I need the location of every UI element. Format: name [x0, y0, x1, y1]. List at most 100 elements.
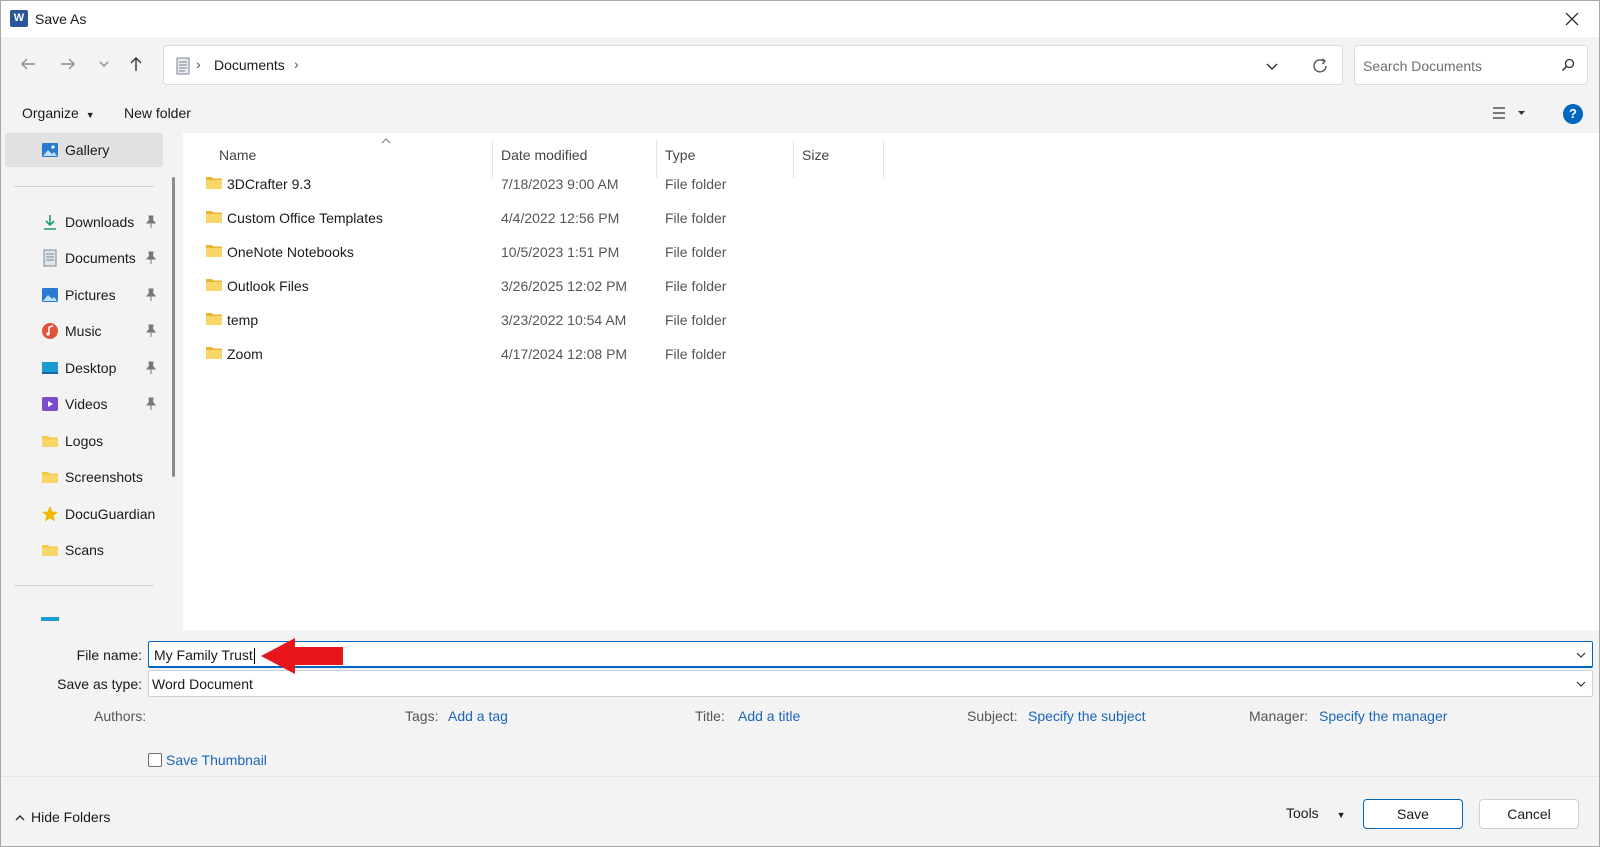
address-bar[interactable]: › Documents ›: [163, 45, 1343, 85]
save-as-dialog: W Save As › Documents › Search Documents…: [0, 0, 1600, 847]
sidebar-item-downloads[interactable]: Downloads: [5, 205, 163, 239]
sidebar-divider: [14, 585, 154, 586]
sidebar-item-label: Desktop: [65, 360, 117, 376]
pictures-icon: [42, 288, 58, 302]
table-row[interactable]: Zoom 4/17/2024 12:08 PM File folder: [203, 338, 903, 372]
hide-folders-button[interactable]: Hide Folders: [14, 809, 110, 825]
breadcrumb-separator-icon[interactable]: ›: [294, 56, 299, 72]
file-type: File folder: [665, 176, 727, 192]
star-icon: [42, 506, 58, 522]
navigation-bar: › Documents › Search Documents: [1, 37, 1599, 95]
tools-button[interactable]: Tools ▼: [1286, 805, 1346, 821]
file-date: 3/23/2022 10:54 AM: [501, 312, 627, 328]
list-view-icon: [1493, 107, 1525, 119]
new-folder-button[interactable]: New folder: [124, 105, 191, 121]
sidebar-item-label: Gallery: [65, 142, 110, 158]
add-title-link[interactable]: Add a title: [738, 708, 800, 724]
table-row[interactable]: 3DCrafter 9.3 7/18/2023 9:00 AM File fol…: [203, 168, 903, 202]
tools-label: Tools: [1286, 805, 1319, 821]
help-button[interactable]: ?: [1563, 104, 1583, 124]
file-date: 4/4/2022 12:56 PM: [501, 210, 620, 226]
folder-icon: [206, 279, 222, 291]
sidebar-item-pictures[interactable]: Pictures: [5, 278, 163, 312]
sidebar-divider: [14, 186, 154, 187]
change-view-button[interactable]: [1491, 105, 1527, 124]
search-input[interactable]: Search Documents: [1354, 45, 1588, 85]
file-date: 7/18/2023 9:00 AM: [501, 176, 619, 192]
sidebar-item-partial-icon: [41, 617, 59, 621]
window-title: Save As: [35, 11, 87, 27]
sidebar-item-videos[interactable]: Videos: [5, 387, 163, 421]
subject-label: Subject:: [967, 708, 1018, 724]
file-name-text: My Family Trust: [154, 647, 253, 663]
save-type-value: Word Document: [152, 676, 253, 692]
sidebar-item-desktop[interactable]: Desktop: [5, 351, 163, 385]
annotation-arrow-icon: [261, 638, 343, 674]
close-button[interactable]: [1559, 7, 1585, 31]
sidebar-item-screenshots[interactable]: Screenshots: [5, 460, 163, 494]
add-tag-link[interactable]: Add a tag: [448, 708, 508, 724]
save-type-select[interactable]: Word Document: [148, 670, 1593, 697]
file-name-field[interactable]: My Family Trust: [148, 641, 1593, 668]
sidebar-item-gallery[interactable]: Gallery: [5, 133, 163, 167]
table-row[interactable]: Outlook Files 3/26/2025 12:02 PM File fo…: [203, 270, 903, 304]
chevron-down-icon: [99, 61, 109, 67]
sidebar-item-label: Documents: [65, 250, 136, 266]
specify-manager-link[interactable]: Specify the manager: [1319, 708, 1447, 724]
sidebar-item-logos[interactable]: Logos: [5, 424, 163, 458]
table-row[interactable]: OneNote Notebooks 10/5/2023 1:51 PM File…: [203, 236, 903, 270]
search-placeholder: Search Documents: [1363, 58, 1483, 74]
pin-icon: [145, 397, 157, 410]
pin-icon: [145, 288, 157, 301]
file-type: File folder: [665, 278, 727, 294]
pin-icon: [145, 324, 157, 337]
sidebar-item-scans[interactable]: Scans: [5, 533, 163, 567]
pin-icon: [145, 361, 157, 374]
folder-icon: [206, 245, 222, 257]
table-row[interactable]: Custom Office Templates 4/4/2022 12:56 P…: [203, 202, 903, 236]
forward-button[interactable]: [53, 49, 83, 79]
close-icon: [1565, 12, 1579, 26]
sidebar-item-docuguardian[interactable]: DocuGuardian: [5, 497, 163, 531]
breadcrumb-separator-icon: ›: [196, 56, 201, 72]
save-thumbnail-label[interactable]: Save Thumbnail: [166, 752, 267, 768]
table-row[interactable]: temp 3/23/2022 10:54 AM File folder: [203, 304, 903, 338]
save-button[interactable]: Save: [1363, 799, 1463, 829]
caret-down-icon: ▼: [85, 110, 95, 120]
authors-label: Authors:: [94, 708, 147, 724]
navigation-pane: Gallery Downloads Documents Pictures Mus…: [1, 133, 181, 630]
sidebar-scrollbar[interactable]: [172, 177, 175, 477]
dialog-footer: Hide Folders Tools ▼ Save Cancel: [1, 776, 1599, 846]
cancel-button[interactable]: Cancel: [1479, 799, 1579, 829]
organize-button[interactable]: Organize ▼: [22, 105, 95, 121]
command-bar: Organize ▼ New folder ?: [1, 95, 1599, 133]
sidebar-item-label: Videos: [65, 396, 108, 412]
sidebar-item-label: Scans: [65, 542, 104, 558]
save-thumbnail-checkbox[interactable]: [148, 753, 162, 767]
file-name: Custom Office Templates: [227, 210, 383, 226]
up-button[interactable]: [121, 49, 151, 79]
search-icon: [1561, 58, 1575, 72]
sort-ascending-icon: [381, 138, 391, 144]
download-icon: [44, 215, 56, 230]
folder-icon: [42, 472, 58, 483]
sidebar-item-label: Logos: [65, 433, 104, 449]
recent-locations-button[interactable]: [89, 49, 119, 79]
breadcrumb-documents[interactable]: Documents: [214, 57, 285, 73]
chevron-down-icon[interactable]: [1574, 648, 1588, 662]
refresh-icon: [1313, 58, 1327, 73]
chevron-down-icon: [1576, 681, 1586, 687]
folder-icon: [42, 436, 58, 447]
refresh-button[interactable]: [1310, 56, 1330, 76]
address-dropdown-button[interactable]: [1262, 56, 1282, 76]
folder-icon: [206, 313, 222, 325]
specify-subject-link[interactable]: Specify the subject: [1028, 708, 1146, 724]
sidebar-item-music[interactable]: Music: [5, 314, 163, 348]
music-icon: [42, 323, 58, 339]
file-type: File folder: [665, 244, 727, 260]
back-button[interactable]: [13, 49, 43, 79]
sidebar-item-documents[interactable]: Documents: [5, 241, 163, 275]
file-type: File folder: [665, 312, 727, 328]
file-name-value: My Family Trust: [154, 647, 255, 665]
file-type: File folder: [665, 210, 727, 226]
